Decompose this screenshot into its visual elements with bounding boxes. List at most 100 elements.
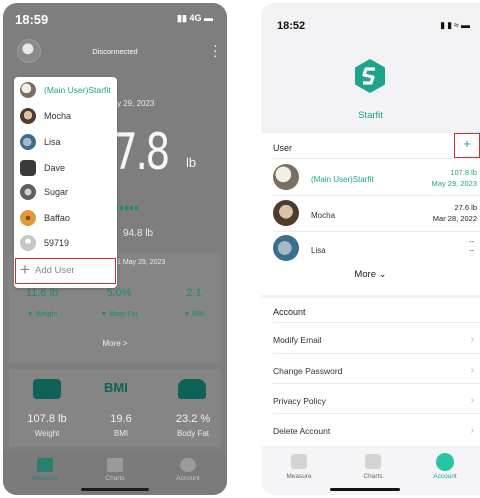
dropdown-user-baffao[interactable]: Baffao xyxy=(14,207,117,231)
add-user-button[interactable]: + Add User xyxy=(15,258,116,284)
add-user-label: Add User xyxy=(35,265,75,276)
cookie-avatar xyxy=(20,210,36,226)
user-section-title: User xyxy=(273,143,293,153)
dog-avatar xyxy=(20,108,36,124)
dropdown-user-starfit[interactable]: (Main User)Starfit xyxy=(14,79,117,103)
status-time: 18:59 xyxy=(15,12,49,27)
user-dropdown: (Main User)Starfit Mocha Lisa Dave Sugar… xyxy=(14,77,117,288)
measure-tab-icon[interactable] xyxy=(291,454,307,469)
measurement-date: y 29, 2023 xyxy=(117,99,155,108)
bmi-change: 2.1 xyxy=(186,287,202,299)
dropdown-user-sugar[interactable]: Sugar xyxy=(14,181,117,205)
network-label: 4G xyxy=(189,13,202,23)
body-fat-icon[interactable] xyxy=(178,379,206,399)
tile-bmi-label: BMI xyxy=(113,429,129,438)
dog-avatar[interactable] xyxy=(273,200,299,226)
account-section-title: Account xyxy=(273,307,306,317)
divider xyxy=(273,195,480,196)
body-fat-change: 5.0% xyxy=(106,287,132,299)
divider xyxy=(273,231,480,232)
dropdown-user-label: Mocha xyxy=(44,111,72,121)
dropdown-user-lisa[interactable]: Lisa xyxy=(14,131,117,155)
user-name-lisa[interactable]: Lisa xyxy=(311,246,326,255)
weight-value: 7.8 xyxy=(113,123,170,181)
privacy-policy-item[interactable]: Privacy Policy xyxy=(273,396,326,406)
user-date-mocha: Mar 28, 2022 xyxy=(432,214,477,223)
down-arrow-icon: ▼ xyxy=(26,311,34,318)
down-arrow-icon: ▼ xyxy=(100,311,108,318)
chevron-down-icon: ⌄ xyxy=(378,269,387,280)
user-name-mocha[interactable]: Mocha xyxy=(311,211,335,220)
add-user-button[interactable]: + xyxy=(454,133,480,158)
bmi-icon[interactable]: BMI xyxy=(104,380,128,395)
modify-email-item[interactable]: Modify Email xyxy=(273,335,322,345)
tab-account[interactable]: Account xyxy=(168,475,208,482)
divider xyxy=(273,322,480,323)
dog-avatar[interactable] xyxy=(273,235,299,261)
target-weight: 94.8 lb xyxy=(123,228,154,239)
signal-icon: ▮▮ xyxy=(440,20,455,30)
user-date-starfit: May 29, 2023 xyxy=(431,179,477,188)
tile-bmi-value: 19.6 xyxy=(110,413,132,425)
more-options-icon[interactable]: · · · xyxy=(213,38,218,62)
scale-icon[interactable] xyxy=(33,379,61,399)
dropdown-user-label: (Main User)Starfit xyxy=(44,85,111,95)
change-password-item[interactable]: Change Password xyxy=(273,366,342,376)
down-arrow-icon: ▼ xyxy=(183,311,191,318)
person-avatar xyxy=(20,235,36,251)
battery-icon: ▬ xyxy=(461,20,472,30)
measure-tab-icon[interactable] xyxy=(37,458,53,472)
cat-avatar xyxy=(20,184,36,200)
signal-icon: ▮▮ xyxy=(177,13,187,23)
weight-change-label: ▼ Weight xyxy=(12,311,72,318)
charts-tab-icon[interactable] xyxy=(365,454,381,469)
user-name-starfit[interactable]: (Main User)Starfit xyxy=(311,175,374,184)
tab-measure[interactable]: Measure xyxy=(25,475,65,482)
dropdown-user-label: Sugar xyxy=(44,187,69,197)
stage: 18:59 ▮▮ 4G ▬ Disconnected · · · y 29, 202… xyxy=(0,0,480,498)
weight-change: 11.6 lb xyxy=(25,287,59,299)
user-weight-lisa: -- xyxy=(469,239,474,246)
divider xyxy=(273,413,480,414)
status-time: 18:52 xyxy=(277,20,306,32)
user-weight-starfit: 107.8 lb xyxy=(450,168,477,177)
tab-charts[interactable]: Charts xyxy=(353,473,393,480)
account-tab-icon[interactable] xyxy=(436,453,454,471)
user-weight-mocha: 27.6 lb xyxy=(454,203,477,212)
tab-charts[interactable]: Charts xyxy=(95,475,135,482)
account-tab-icon[interactable] xyxy=(180,458,196,472)
dropdown-user-label: 59719 xyxy=(44,238,70,248)
divider xyxy=(273,383,480,384)
wifi-icon: ≈ xyxy=(454,20,461,30)
starfit-logo-icon xyxy=(355,59,385,93)
divider xyxy=(273,353,480,354)
connection-status: Disconnected xyxy=(92,47,138,56)
dropdown-user-59719[interactable]: 59719 xyxy=(14,232,117,256)
stats-more-link[interactable]: More > xyxy=(3,339,227,348)
charts-tab-icon[interactable] xyxy=(107,458,123,472)
more-users-label: More xyxy=(354,269,377,280)
progress-indicator xyxy=(115,206,138,210)
divider xyxy=(273,158,480,159)
tab-measure[interactable]: Measure xyxy=(279,473,319,480)
dog-avatar xyxy=(20,134,36,150)
tab-account[interactable]: Account xyxy=(425,473,465,480)
dropdown-user-label: Baffao xyxy=(44,213,70,223)
home-indicator xyxy=(330,488,400,491)
status-bar: 18:59 ▮▮ 4G ▬ xyxy=(3,3,227,33)
dog-avatar[interactable] xyxy=(273,164,299,190)
delete-account-item[interactable]: Delete Account xyxy=(273,426,330,436)
more-users-button[interactable]: More ⌄ xyxy=(261,269,480,280)
dropdown-user-dave[interactable]: Dave xyxy=(14,157,117,181)
tile-weight-label: Weight xyxy=(34,429,60,438)
measure-screen: 18:59 ▮▮ 4G ▬ Disconnected · · · y 29, 202… xyxy=(3,3,227,495)
weight-change-label-text: Weight xyxy=(35,311,58,318)
chevron-right-icon: › xyxy=(470,334,474,345)
dropdown-user-mocha[interactable]: Mocha xyxy=(14,105,117,129)
account-screen: 18:52 ▮▮≈▬ Starfit User + (Main User)Sta… xyxy=(261,3,480,495)
body-fat-change-label: ▼ Body Fat xyxy=(89,311,149,318)
brand-name: Starfit xyxy=(358,110,383,121)
weight-unit: lb xyxy=(186,155,197,170)
chevron-right-icon: › xyxy=(470,365,474,376)
chevron-right-icon: › xyxy=(470,395,474,406)
